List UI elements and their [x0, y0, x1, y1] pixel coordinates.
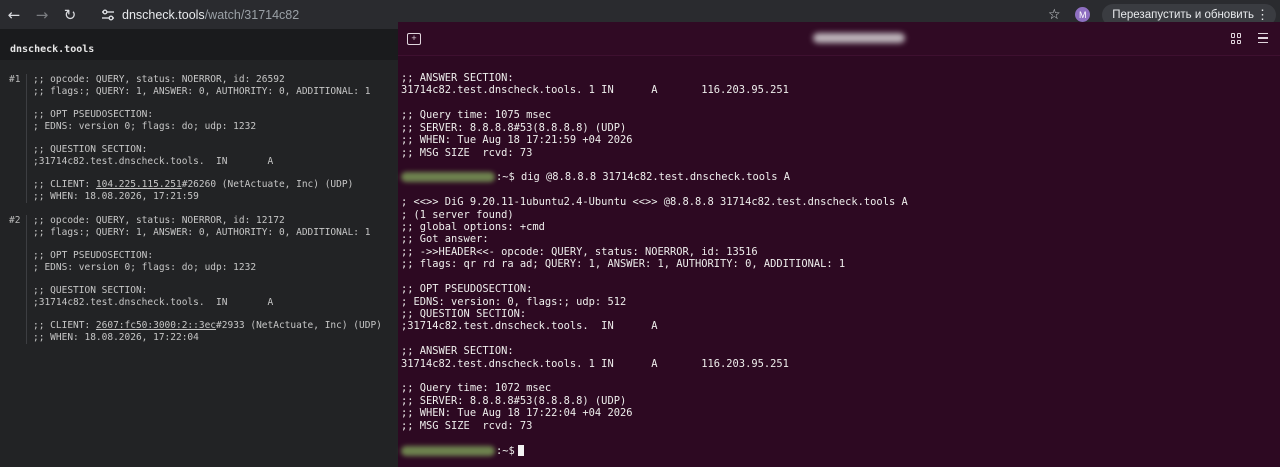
- entry-question-line: ;31714c82.test.dnscheck.tools. IN A: [33, 156, 274, 167]
- entry-number: #2: [9, 215, 21, 226]
- relaunch-label: Перезапустить и обновить: [1112, 8, 1254, 21]
- query-entry: #1 ;; opcode: QUERY, status: NOERROR, id…: [0, 74, 398, 203]
- entry-opt-title: ;; OPT PSEUDOSECTION:: [33, 109, 154, 120]
- tab-overview-icon[interactable]: [1231, 33, 1242, 44]
- new-tab-icon[interactable]: +: [407, 32, 421, 45]
- terminal-prompt-line: :~$ dig @8.8.8.8 31714c82.test.dnscheck.…: [401, 171, 1280, 183]
- terminal-line: ;; SERVER: 8.8.8.8#53(8.8.8.8) (UDP): [401, 121, 627, 134]
- terminal-line: ; <<>> DiG 9.20.11-1ubuntu2.4-Ubuntu <<>…: [401, 196, 908, 209]
- url-host: dnscheck.tools: [122, 7, 205, 22]
- reload-icon[interactable]: ↻: [56, 1, 84, 29]
- url-path: /watch/31714c82: [204, 7, 300, 22]
- terminal-line: ;; SERVER: 8.8.8.8#53(8.8.8.8) (UDP): [401, 394, 627, 407]
- entry-header-line: ;; opcode: QUERY, status: NOERROR, id: 2…: [33, 74, 285, 85]
- entry-flags-line: ;; flags:; QUERY: 1, ANSWER: 0, AUTHORIT…: [33, 227, 371, 238]
- entry-opt-line: ; EDNS: version 0; flags: do; udp: 1232: [33, 121, 257, 132]
- terminal-window: + ;; ANSWER SECTION: 31714c82.test.dnsch…: [398, 22, 1280, 467]
- bookmark-star-icon[interactable]: ☆: [1041, 7, 1067, 23]
- redacted-username: [401, 445, 495, 456]
- client-suffix: #26260 (NetActuate, Inc) (UDP): [181, 179, 354, 190]
- forward-arrow-icon[interactable]: →: [28, 1, 56, 29]
- terminal-line: ;; MSG SIZE rcvd: 73: [401, 419, 533, 432]
- terminal-line: ;; OPT PSEUDOSECTION:: [401, 283, 533, 296]
- entry-question-title: ;; QUESTION SECTION:: [33, 285, 148, 296]
- terminal-line: ;31714c82.test.dnscheck.tools. IN A: [401, 320, 658, 333]
- entry-question-line: ;31714c82.test.dnscheck.tools. IN A: [33, 297, 274, 308]
- terminal-titlebar: +: [398, 22, 1280, 56]
- terminal-line: ;; ->>HEADER<<- opcode: QUERY, status: N…: [401, 245, 758, 258]
- terminal-output[interactable]: ;; ANSWER SECTION: 31714c82.test.dnschec…: [398, 56, 1280, 457]
- terminal-line: ;; Query time: 1075 msec: [401, 109, 552, 122]
- prompt-command: :~$ dig @8.8.8.8 31714c82.test.dnscheck.…: [496, 171, 791, 184]
- dnscheck-panel: dnscheck.tools #1 ;; opcode: QUERY, stat…: [0, 29, 398, 467]
- hamburger-menu-icon[interactable]: [1258, 33, 1268, 43]
- query-entry: #2 ;; opcode: QUERY, status: NOERROR, id…: [0, 215, 398, 344]
- app-header: dnscheck.tools: [0, 29, 398, 60]
- terminal-line: ;; Got answer:: [401, 233, 489, 246]
- client-ip-link[interactable]: 104.225.115.251: [96, 179, 182, 190]
- terminal-line: ;; ANSWER SECTION:: [401, 345, 514, 358]
- terminal-line: 31714c82.test.dnscheck.tools. 1 IN A 116…: [401, 357, 789, 370]
- site-settings-icon[interactable]: [96, 1, 120, 29]
- entry-header-line: ;; opcode: QUERY, status: NOERROR, id: 1…: [33, 215, 285, 226]
- entry-client-line: ;; CLIENT: 104.225.115.251#26260 (NetAct…: [33, 179, 398, 191]
- terminal-line: ;; WHEN: Tue Aug 18 17:21:59 +04 2026: [401, 134, 633, 147]
- entry-flags-line: ;; flags:; QUERY: 1, ANSWER: 0, AUTHORIT…: [33, 86, 371, 97]
- entry-opt-line: ; EDNS: version 0; flags: do; udp: 1232: [33, 262, 257, 273]
- client-ip-link[interactable]: 2607:fc50:3000:2::3ec: [96, 320, 216, 331]
- terminal-line: ;; global options: +cmd: [401, 221, 545, 234]
- back-arrow-icon[interactable]: ←: [0, 1, 28, 29]
- terminal-prompt-line: :~$: [401, 445, 1280, 457]
- prompt-final: :~$: [496, 444, 515, 457]
- terminal-line: ;; WHEN: Tue Aug 18 17:22:04 +04 2026: [401, 407, 633, 420]
- profile-avatar[interactable]: M: [1075, 7, 1091, 22]
- redacted-username: [401, 172, 495, 183]
- terminal-line: ; EDNS: version: 0, flags:; udp: 512: [401, 295, 627, 308]
- terminal-cursor: [517, 445, 524, 457]
- entry-question-title: ;; QUESTION SECTION:: [33, 144, 148, 155]
- terminal-line: ;; ANSWER SECTION:: [401, 72, 514, 84]
- entry-when-line: ;; WHEN: 18.08.2026, 17:21:59: [33, 191, 199, 202]
- address-bar[interactable]: dnscheck.tools/watch/31714c82: [122, 8, 299, 22]
- app-brand[interactable]: dnscheck.tools: [10, 44, 94, 55]
- terminal-title-redacted: [813, 33, 905, 43]
- terminal-line: 31714c82.test.dnscheck.tools. 1 IN A 116…: [401, 84, 789, 97]
- more-menu-icon[interactable]: ⋮: [1256, 7, 1269, 23]
- terminal-line: ;; MSG SIZE rcvd: 73: [401, 146, 533, 159]
- entry-when-line: ;; WHEN: 18.08.2026, 17:22:04: [33, 332, 199, 343]
- terminal-line: ;; flags: qr rd ra ad; QUERY: 1, ANSWER:…: [401, 258, 846, 271]
- entry-opt-title: ;; OPT PSEUDOSECTION:: [33, 250, 154, 261]
- client-suffix: #2933 (NetActuate, Inc) (UDP): [216, 320, 382, 331]
- terminal-line: ;; Query time: 1072 msec: [401, 382, 552, 395]
- entry-client-line: ;; CLIENT: 2607:fc50:3000:2::3ec#2933 (N…: [33, 320, 398, 332]
- client-prefix: ;; CLIENT:: [33, 320, 96, 331]
- query-log: #1 ;; opcode: QUERY, status: NOERROR, id…: [0, 60, 398, 344]
- terminal-line: ; (1 server found): [401, 208, 514, 221]
- entry-number: #1: [9, 74, 21, 85]
- terminal-line: ;; QUESTION SECTION:: [401, 307, 527, 320]
- client-prefix: ;; CLIENT:: [33, 179, 96, 190]
